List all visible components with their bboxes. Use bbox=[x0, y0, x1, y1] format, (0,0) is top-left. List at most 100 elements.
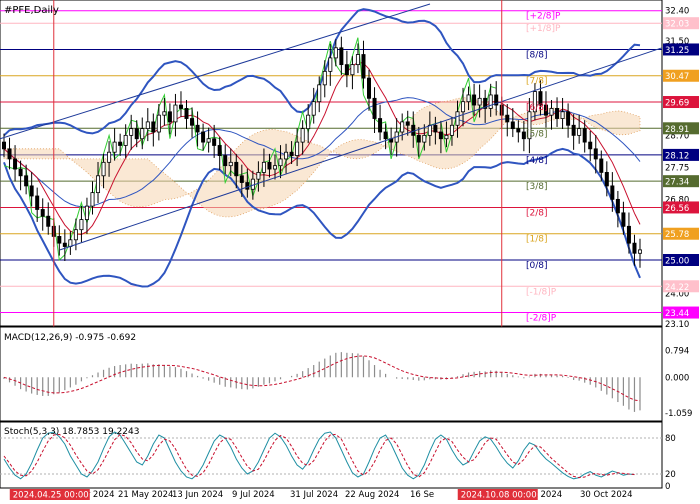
macd-tick-label: -1.059 bbox=[665, 409, 692, 419]
price-badge-label: 26.56 bbox=[665, 204, 689, 214]
candle-body bbox=[178, 104, 183, 109]
candle-body bbox=[40, 209, 45, 217]
candle-body bbox=[455, 111, 460, 126]
candle-body bbox=[190, 118, 195, 126]
price-tick-label: 23.10 bbox=[665, 320, 689, 330]
cursor-date-label: 2024.10.08 00:00 bbox=[461, 491, 537, 501]
candle-body bbox=[333, 47, 338, 59]
macd-title: MACD(12,26,9) -0.975 -0.692 bbox=[4, 333, 136, 343]
candle-body bbox=[555, 108, 560, 119]
macd-tick-label: 0.000 bbox=[665, 373, 689, 383]
candle-body bbox=[300, 128, 305, 143]
price-badge-label: 23.44 bbox=[665, 309, 689, 319]
candle-body bbox=[245, 182, 250, 190]
candle-body bbox=[328, 57, 333, 72]
candle-body bbox=[261, 161, 266, 173]
candle-body bbox=[46, 215, 51, 227]
candle-body bbox=[123, 134, 128, 146]
time-tick-label: 30 Oct 2024 bbox=[580, 490, 633, 500]
candle-body bbox=[140, 128, 145, 140]
murrey-label: [5/8] bbox=[526, 129, 548, 139]
candle-body bbox=[367, 77, 372, 99]
candle-body bbox=[372, 97, 377, 119]
candle-body bbox=[350, 64, 355, 76]
candle-body bbox=[195, 124, 200, 133]
candle-body bbox=[35, 195, 40, 210]
candle-body bbox=[599, 158, 604, 173]
candle-body bbox=[295, 141, 300, 156]
candle-body bbox=[250, 178, 255, 190]
murrey-label: [6/8] bbox=[526, 103, 548, 113]
candle-body bbox=[400, 121, 405, 133]
candle-body bbox=[422, 134, 427, 143]
candle-body bbox=[566, 111, 571, 126]
candle-body bbox=[101, 161, 106, 177]
candle-body bbox=[549, 108, 554, 116]
price-badge-label: 31.25 bbox=[665, 46, 689, 56]
candle-body bbox=[151, 121, 156, 133]
candle-body bbox=[79, 219, 84, 231]
candle-body bbox=[62, 242, 67, 247]
candle-body bbox=[311, 101, 316, 116]
candle-body bbox=[444, 134, 449, 140]
candle-body bbox=[278, 158, 283, 167]
candle-body bbox=[184, 108, 189, 119]
candle-body bbox=[129, 128, 134, 136]
candle-body bbox=[593, 148, 598, 160]
stoch-tick-label: 20 bbox=[665, 470, 676, 480]
candle-body bbox=[284, 151, 289, 160]
time-tick-label: 13 Jun 2024 bbox=[172, 490, 223, 500]
candle-body bbox=[239, 175, 244, 183]
murrey-label: [3/8] bbox=[526, 182, 548, 192]
murrey-label: [+2/8]P bbox=[526, 12, 561, 22]
candle-body bbox=[256, 172, 261, 180]
candle-body bbox=[610, 185, 615, 200]
candle-body bbox=[18, 168, 23, 177]
candle-body bbox=[145, 121, 150, 130]
candle-body bbox=[411, 124, 416, 136]
candle-body bbox=[427, 124, 432, 136]
candle-body bbox=[588, 141, 593, 150]
murrey-label: [4/8] bbox=[526, 156, 548, 166]
candle-body bbox=[73, 229, 78, 241]
candle-body bbox=[217, 145, 222, 156]
candle-body bbox=[466, 94, 471, 103]
candle-body bbox=[405, 121, 410, 126]
candle-body bbox=[505, 114, 510, 123]
price-badge-label: 30.47 bbox=[665, 72, 689, 82]
candle-body bbox=[626, 225, 631, 244]
candle-body bbox=[615, 198, 620, 214]
candle-body bbox=[234, 161, 239, 177]
candle-body bbox=[560, 111, 565, 119]
candle-body bbox=[383, 131, 388, 140]
price-badge-label: 28.91 bbox=[665, 125, 689, 135]
trading-chart[interactable]: [+2/8]P [+1/8]P [8/8] [7/8] [6/8] [5/8] [4/8] [… bbox=[0, 0, 700, 501]
time-tick-label: 9 Jul 2024 bbox=[232, 490, 275, 500]
candle-body bbox=[604, 172, 609, 187]
candle-body bbox=[577, 128, 582, 136]
candle-body bbox=[2, 141, 7, 150]
candle-body bbox=[212, 138, 217, 146]
candle-body bbox=[433, 124, 438, 133]
stoch-axis: 80 20 0 bbox=[665, 434, 676, 492]
chart-title: #PFE,Daily bbox=[4, 5, 59, 16]
price-badge-label: 29.69 bbox=[665, 99, 689, 109]
time-tick-label: 21 May 2024 bbox=[118, 490, 173, 500]
candle-body bbox=[461, 101, 466, 113]
candle-body bbox=[638, 249, 643, 254]
candle-body bbox=[361, 54, 366, 79]
candle-body bbox=[449, 124, 454, 136]
candle-body bbox=[521, 131, 526, 140]
price-badge-label: 25.78 bbox=[665, 230, 689, 240]
candle-body bbox=[96, 175, 101, 194]
candle-body bbox=[57, 236, 62, 244]
price-badge-label: 25.00 bbox=[665, 257, 689, 267]
cursor-date-label: 2024.04.25 00:00 bbox=[13, 491, 89, 501]
candle-body bbox=[322, 70, 327, 86]
murrey-label: [7/8] bbox=[526, 77, 548, 87]
time-tick-label: 22 Aug 2024 bbox=[345, 490, 399, 500]
candle-body bbox=[472, 94, 477, 106]
candle-body bbox=[162, 111, 167, 116]
time-axis: 24 Apr 202424 Apr 202421 May 202413 Jun … bbox=[9, 489, 633, 501]
candle-body bbox=[24, 175, 29, 187]
